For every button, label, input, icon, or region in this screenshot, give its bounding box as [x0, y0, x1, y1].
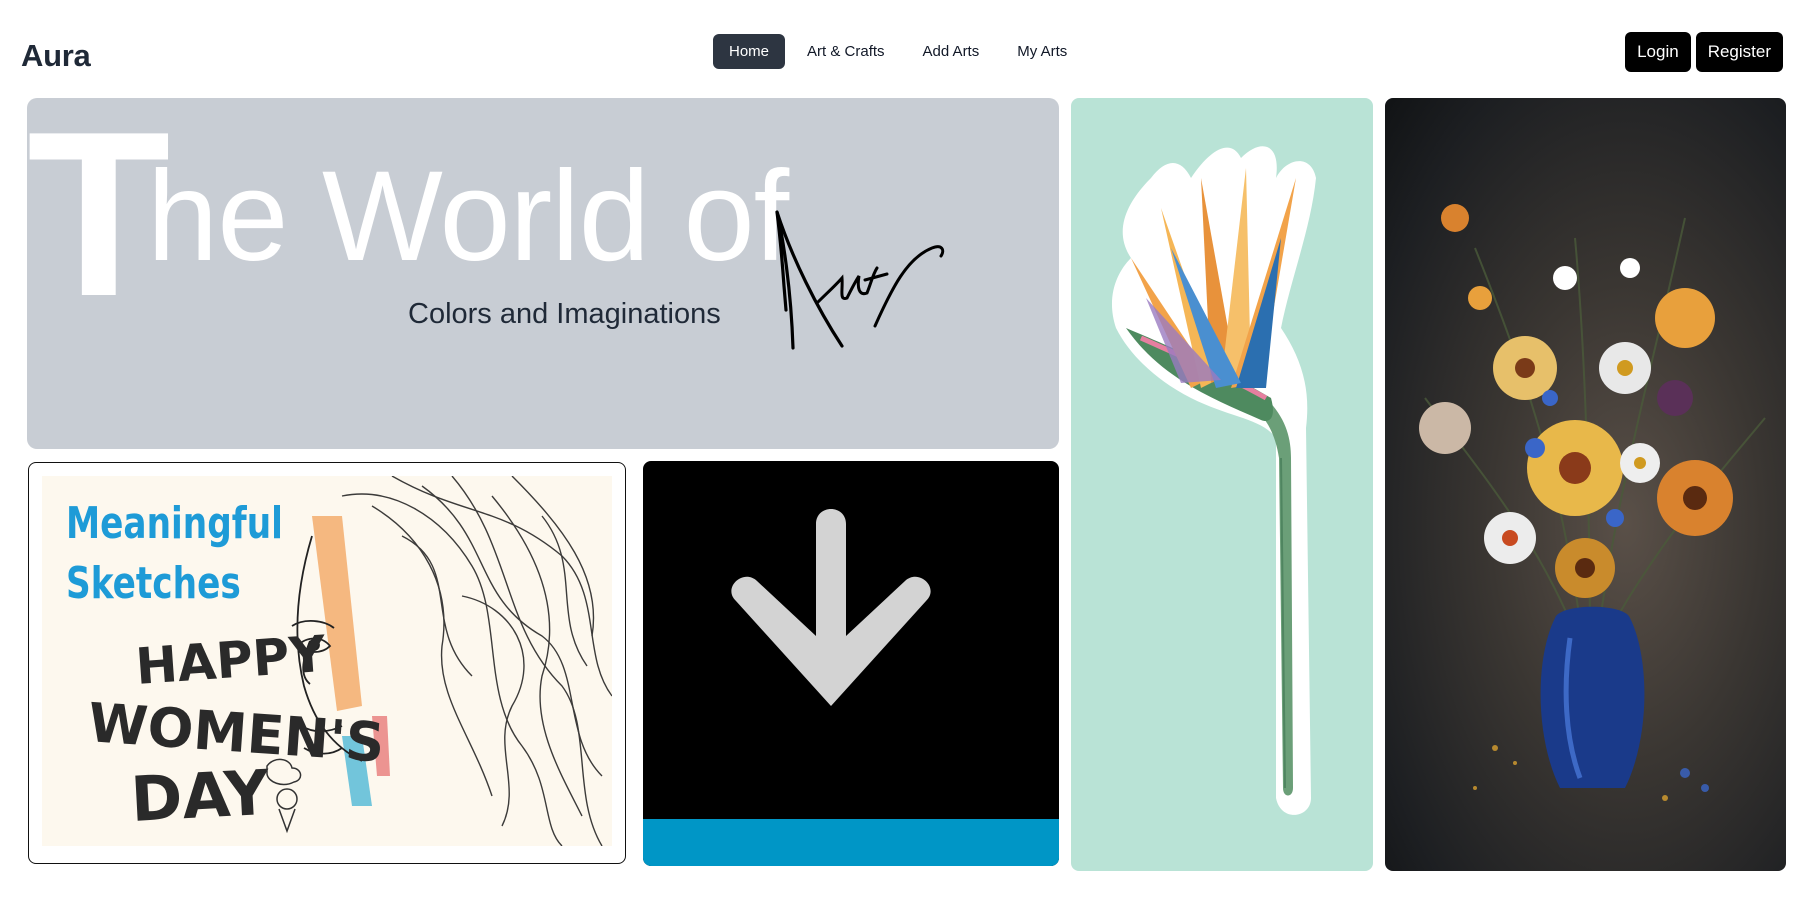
sketch-image: Meaningful Sketches HAPPY WOMEN'S DAY: [42, 476, 612, 846]
hero-title: he World of: [147, 145, 789, 288]
sketch-card[interactable]: Meaningful Sketches HAPPY WOMEN'S DAY: [28, 462, 626, 864]
brand-logo[interactable]: Aura: [21, 38, 91, 74]
auth-buttons: Login Register: [1625, 32, 1783, 72]
signature-image: [775, 210, 945, 350]
arrow-down-icon: [731, 509, 931, 706]
nav-art-crafts[interactable]: Art & Crafts: [791, 34, 901, 69]
main-nav: Home Art & Crafts Add Arts My Arts: [713, 34, 1083, 69]
bird-of-paradise-image: [1111, 146, 1316, 815]
arrow-card[interactable]: [643, 461, 1059, 866]
flower-card[interactable]: [1071, 98, 1373, 871]
sketch-drawing: HAPPY WOMEN'S DAY: [86, 476, 612, 846]
nav-my-arts[interactable]: My Arts: [1001, 34, 1083, 69]
arrow-card-footer: [643, 819, 1059, 866]
page: Aura Home Art & Crafts Add Arts My Arts …: [0, 0, 1818, 903]
hero-subtitle: Colors and Imaginations: [408, 298, 721, 330]
svg-text:HAPPY: HAPPY: [134, 625, 328, 696]
bouquet-painting-image: [1419, 204, 1766, 801]
nav-add-arts[interactable]: Add Arts: [907, 34, 996, 69]
login-button[interactable]: Login: [1625, 32, 1691, 72]
register-button[interactable]: Register: [1695, 32, 1783, 72]
svg-text:DAY: DAY: [129, 756, 272, 836]
hero-banner: T he World of Colors and Imaginations: [27, 98, 1059, 449]
nav-home[interactable]: Home: [713, 34, 786, 69]
bouquet-card[interactable]: [1385, 98, 1786, 871]
